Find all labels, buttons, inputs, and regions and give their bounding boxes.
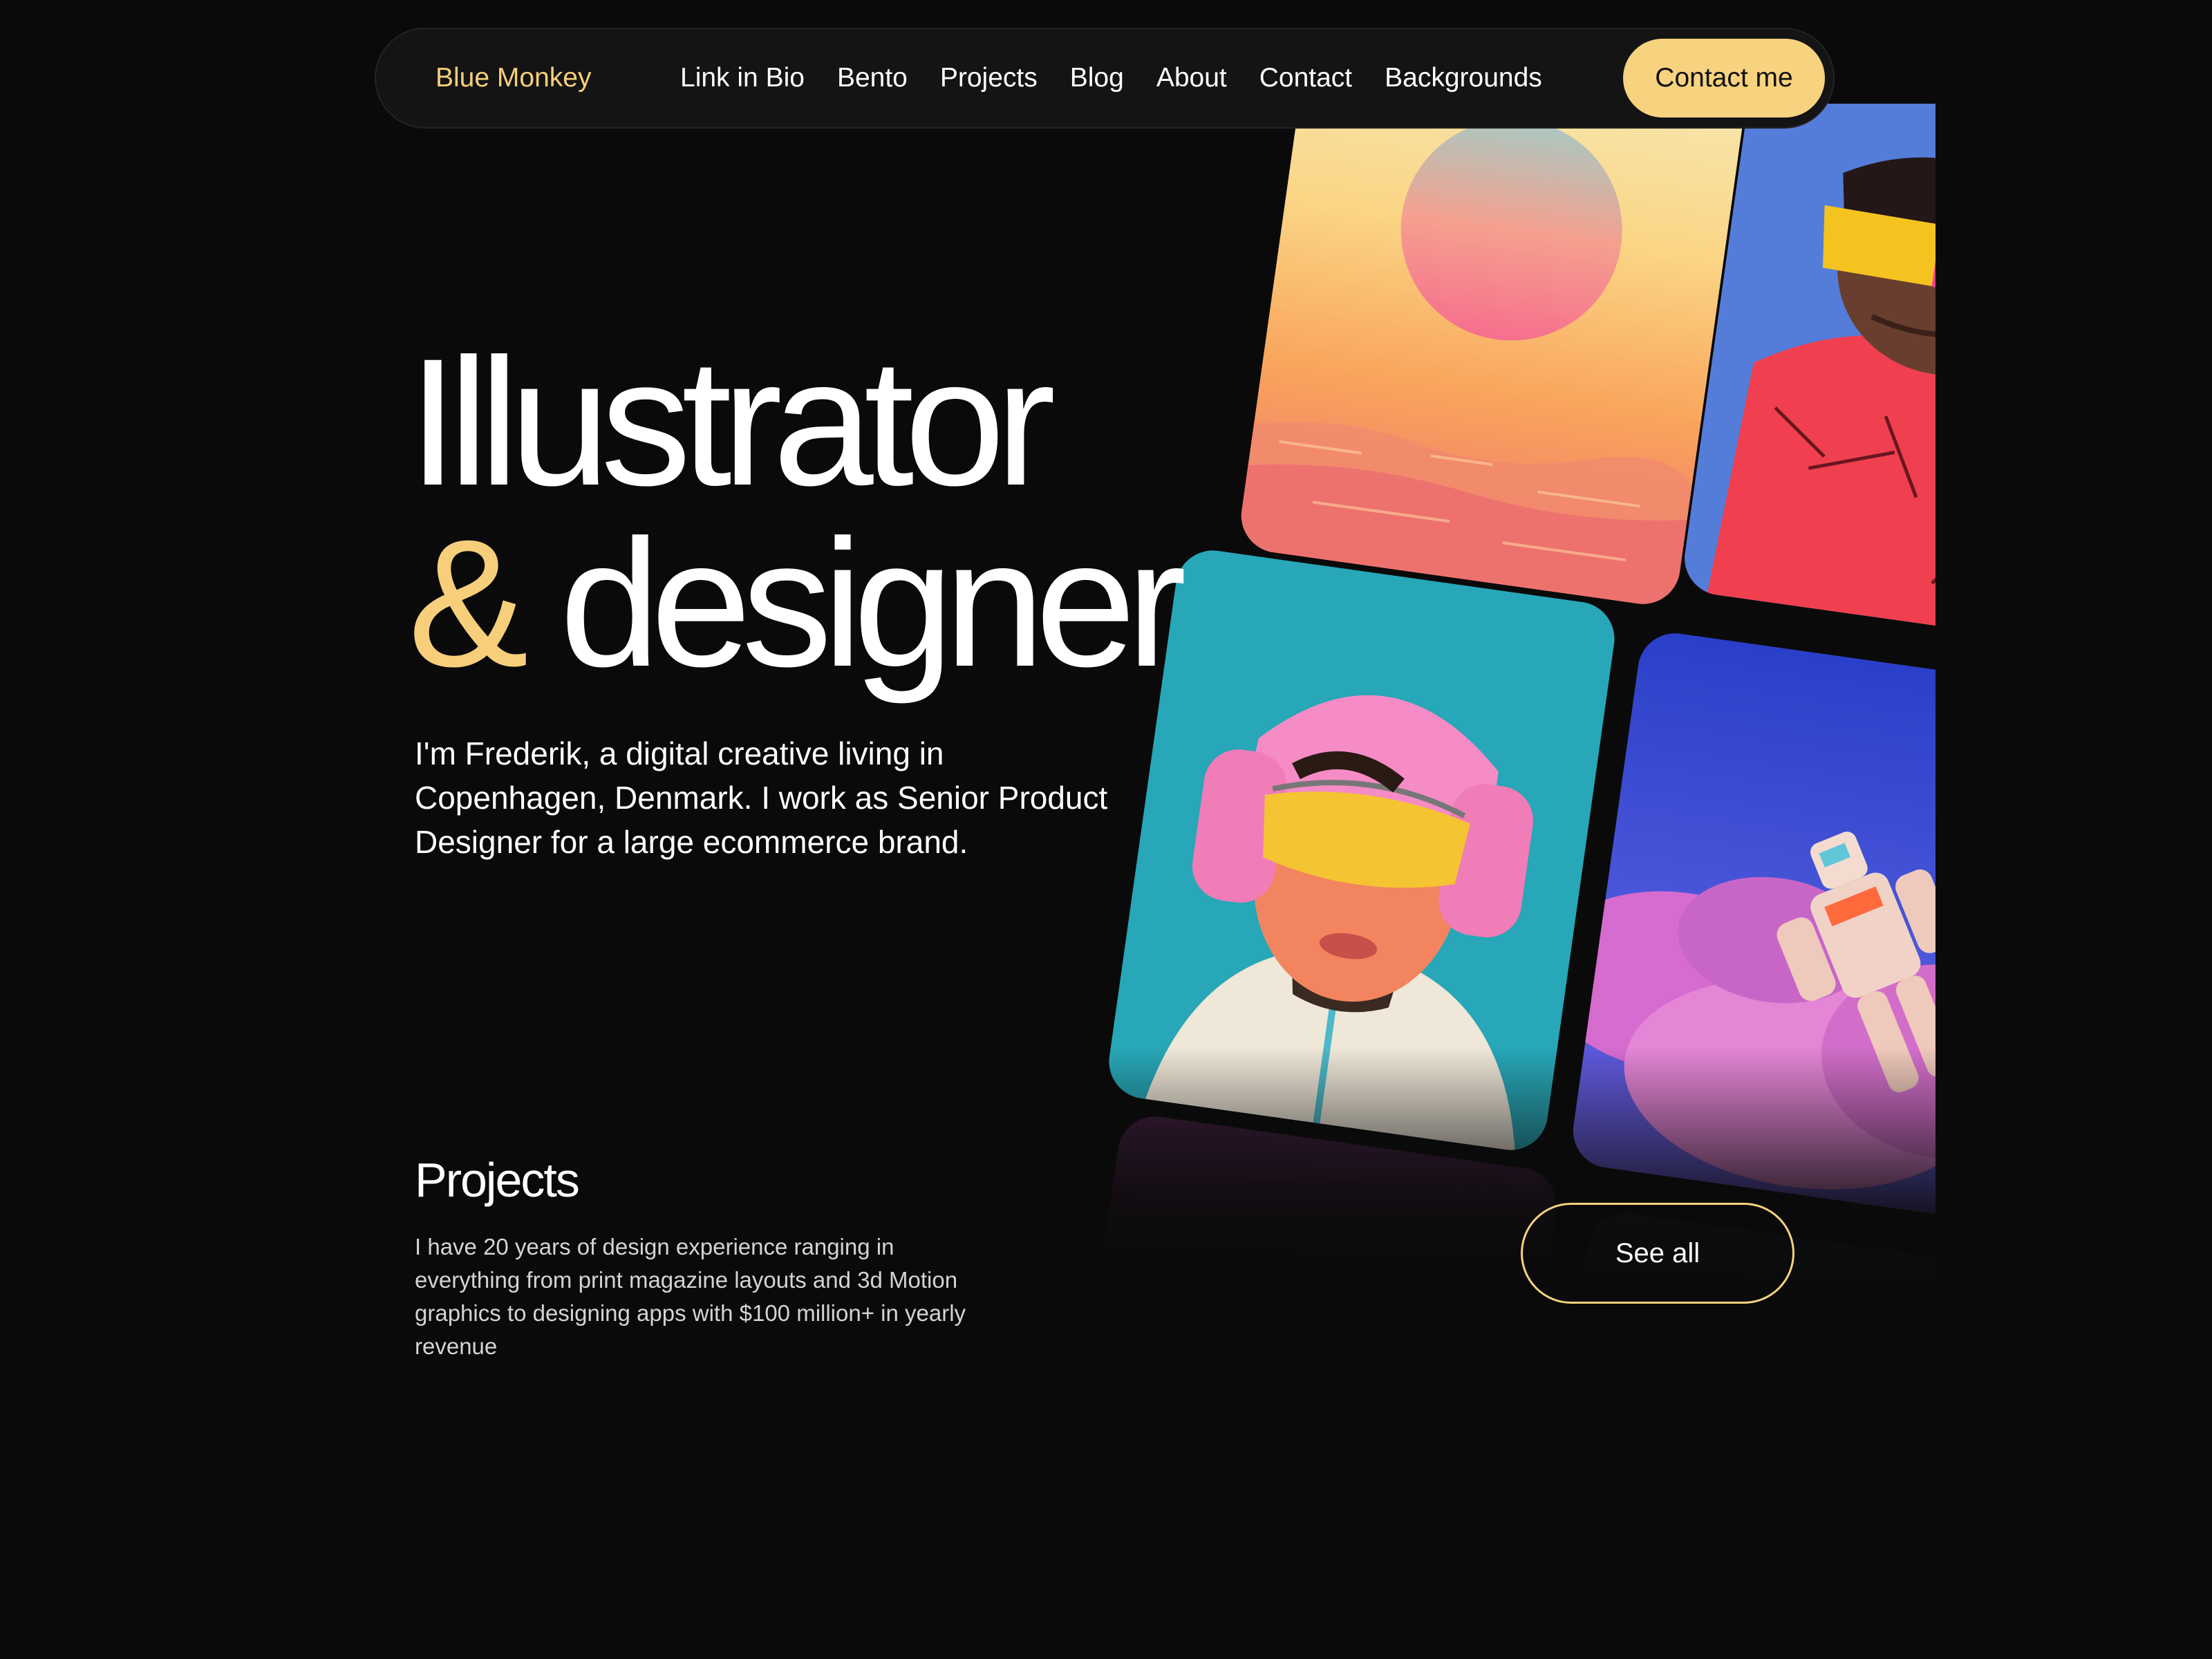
hero-title: Illustrator & designer	[408, 321, 1187, 694]
sunset-illustration[interactable]	[1236, 104, 1750, 609]
navbar: Blue Monkey Link in Bio Bento Projects B…	[375, 28, 1835, 129]
sunset-image	[1236, 104, 1750, 609]
page: Blue Monkey Link in Bio Bento Projects B…	[0, 0, 2212, 1659]
projects-description: I have 20 years of design experience ran…	[415, 1234, 966, 1359]
headphones-portrait-image	[1104, 545, 1620, 1155]
nav-link-bento[interactable]: Bento	[837, 63, 908, 93]
nav-links: Link in Bio Bento Projects Blog About Co…	[680, 29, 1542, 127]
nav-link-blog[interactable]: Blog	[1070, 63, 1124, 93]
brand-logo-link[interactable]: Blue Monkey	[435, 29, 591, 127]
floating-robot-illustration[interactable]	[1568, 628, 1936, 1224]
hero-title-ampersand: &	[408, 502, 529, 704]
hero-title-line-1: Illustrator	[408, 321, 1056, 523]
see-all-button[interactable]: See all	[1521, 1203, 1794, 1304]
nav-link-contact[interactable]: Contact	[1259, 63, 1352, 93]
headphones-portrait-illustration[interactable]	[1104, 545, 1620, 1155]
illustration-gallery	[1065, 104, 1936, 1313]
nav-link-link-in-bio[interactable]: Link in Bio	[680, 63, 805, 93]
contact-me-button[interactable]: Contact me	[1623, 39, 1825, 118]
hero-title-line-2: & designer	[408, 513, 1187, 694]
projects-heading: Projects	[415, 1153, 580, 1207]
nav-link-about[interactable]: About	[1156, 63, 1227, 93]
hero-description: I'm Frederik, a digital creative living …	[415, 735, 1108, 860]
hero-title-designer: designer	[518, 502, 1187, 704]
floating-robot-image	[1568, 628, 1936, 1224]
nav-link-backgrounds[interactable]: Backgrounds	[1385, 63, 1542, 93]
nav-link-projects[interactable]: Projects	[940, 63, 1038, 93]
